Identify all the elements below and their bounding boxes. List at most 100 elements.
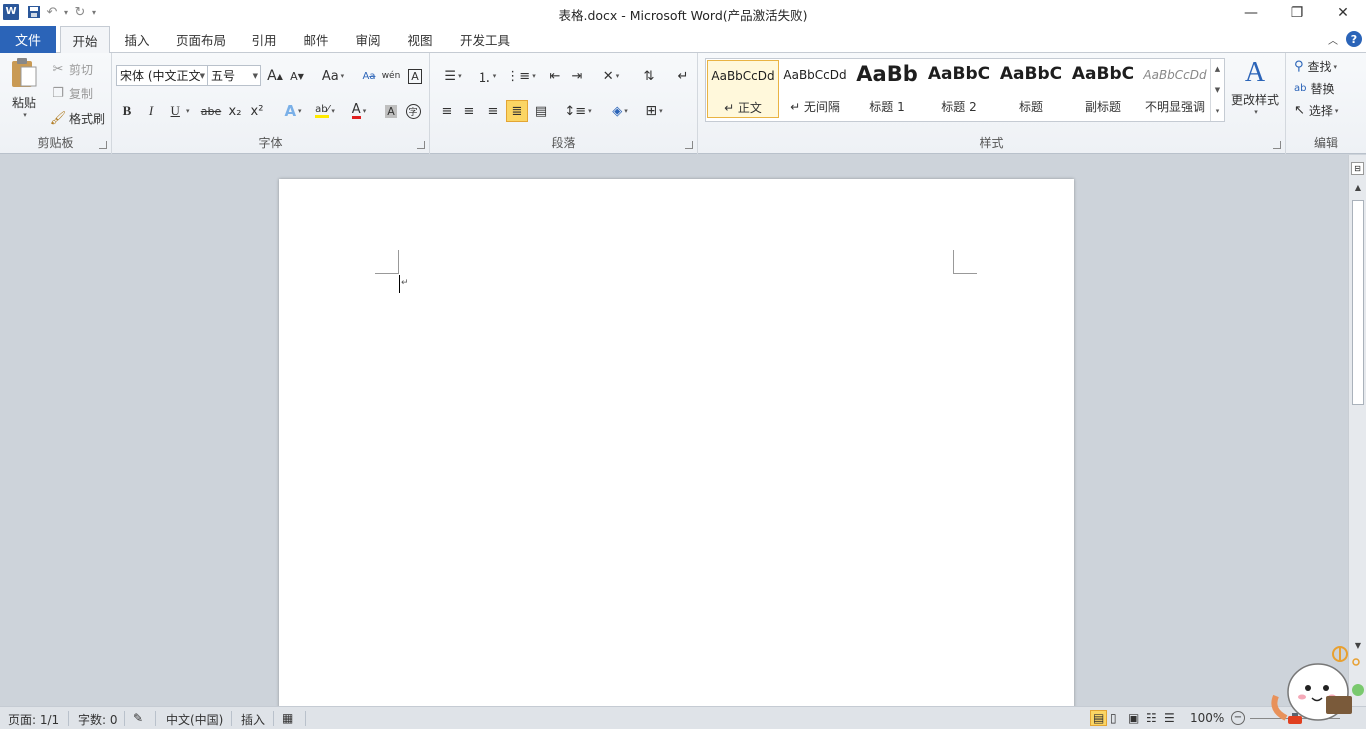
font-color-button[interactable]: A ▾ xyxy=(344,100,374,122)
font-size-dropdown-icon[interactable]: ▼ xyxy=(253,72,258,80)
tab-insert[interactable]: 插入 xyxy=(114,26,160,53)
strikethrough-button[interactable]: abe xyxy=(200,100,222,122)
collapse-ribbon-icon[interactable]: ︿ xyxy=(1328,32,1338,47)
insert-mode[interactable]: 插入 xyxy=(241,711,265,728)
word-count[interactable]: 字数: 0 xyxy=(78,711,118,728)
font-size-combo[interactable]: 五号 ▼ xyxy=(207,65,261,86)
italic-button[interactable]: I xyxy=(140,100,162,122)
tab-view[interactable]: 视图 xyxy=(398,26,442,53)
gallery-down-icon[interactable]: ▼ xyxy=(1215,86,1220,94)
page-count[interactable]: 页面: 1/1 xyxy=(8,711,59,728)
style-normal[interactable]: AaBbCcDd ↵ 正文 xyxy=(707,60,779,118)
change-case-button[interactable]: Aa ▾ xyxy=(318,65,348,87)
increase-indent-icon[interactable]: ⇥ xyxy=(566,65,588,87)
scroll-thumb[interactable] xyxy=(1352,200,1364,405)
phonetic-guide-icon[interactable]: wén xyxy=(380,65,402,87)
align-left-icon[interactable]: ≡ xyxy=(436,100,458,122)
justify-icon[interactable]: ≣ xyxy=(506,100,528,122)
copy-label: 复制 xyxy=(69,87,94,101)
tab-review[interactable]: 审阅 xyxy=(346,26,390,53)
bold-button[interactable]: B xyxy=(116,100,138,122)
status-divider xyxy=(155,711,156,726)
multilevel-list-button[interactable]: ⋮≡ ▾ xyxy=(506,65,536,87)
underline-button[interactable]: U ▾ xyxy=(164,100,196,122)
borders-button[interactable]: ⊞ ▾ xyxy=(638,100,670,122)
borders-icon: ⊞ xyxy=(645,103,658,119)
ribbon-tabs: 文件 开始 插入 页面布局 引用 邮件 审阅 视图 开发工具 ︿ ? xyxy=(0,26,1366,54)
numbering-button[interactable]: ⒈ ▾ xyxy=(472,65,502,87)
distributed-icon[interactable]: ▤ xyxy=(530,100,552,122)
close-icon[interactable]: ✕ xyxy=(1320,0,1366,26)
shrink-font-button[interactable]: A ▼ xyxy=(286,65,308,87)
scroll-up-icon[interactable]: ▲ xyxy=(1349,183,1366,192)
tab-references[interactable]: 引用 xyxy=(242,26,286,53)
style-heading-1[interactable]: AaBb 标题 1 xyxy=(851,60,923,118)
text-effects-button[interactable]: A ▾ xyxy=(278,100,308,122)
status-divider xyxy=(124,711,125,726)
chinese-layout-button[interactable]: ✕ ▾ xyxy=(596,65,626,87)
zoom-level[interactable]: 100% xyxy=(1190,711,1224,725)
style-subtle-emphasis[interactable]: AaBbCcDd 不明显强调 xyxy=(1139,60,1211,118)
style-no-spacing[interactable]: AaBbCcDd ↵ 无间隔 xyxy=(779,60,851,118)
style-subtitle[interactable]: AaBbC 副标题 xyxy=(1067,60,1139,118)
show-marks-icon[interactable]: ↵ xyxy=(672,65,694,87)
gallery-more-icon[interactable]: ▾ xyxy=(1216,107,1220,115)
replace-button[interactable]: ab 替换 xyxy=(1294,80,1335,97)
clipboard-launcher-icon[interactable] xyxy=(99,141,107,149)
text-cursor xyxy=(399,275,400,293)
font-name-dropdown-icon[interactable]: ▼ xyxy=(200,72,205,80)
paste-dropdown-icon[interactable]: ▾ xyxy=(23,111,27,119)
find-button[interactable]: ⚲ 查找 ▾ xyxy=(1294,58,1337,75)
tab-developer[interactable]: 开发工具 xyxy=(452,26,518,53)
grow-font-button[interactable]: A ▲ xyxy=(264,65,286,87)
change-styles-button[interactable]: A 更改样式 ▾ xyxy=(1228,57,1282,129)
bullets-button[interactable]: ☰ ▾ xyxy=(438,65,468,87)
character-shading-icon[interactable]: A xyxy=(380,100,402,122)
restore-icon[interactable]: ❐ xyxy=(1274,0,1320,26)
document-page[interactable]: ↵ xyxy=(279,179,1074,719)
minimize-icon[interactable]: — xyxy=(1228,0,1274,26)
style-name: ↵ 无间隔 xyxy=(790,100,840,114)
full-screen-reading-icon[interactable]: ▯ xyxy=(1110,711,1117,725)
print-layout-view-icon[interactable]: ▤ xyxy=(1090,710,1108,726)
tab-page-layout[interactable]: 页面布局 xyxy=(168,26,234,53)
vertical-scrollbar[interactable]: ⊟ ▲ ▼ xyxy=(1348,155,1366,706)
line-spacing-button[interactable]: ↕≡ ▾ xyxy=(562,100,594,122)
subscript-button[interactable]: x₂ xyxy=(224,100,246,122)
help-icon[interactable]: ? xyxy=(1346,31,1362,47)
cut-button[interactable]: ✂ 剪切 xyxy=(50,61,93,78)
highlight-button[interactable]: ab⁄ ▾ xyxy=(310,100,340,122)
zoom-out-icon[interactable]: − xyxy=(1231,711,1245,725)
decrease-indent-icon[interactable]: ⇤ xyxy=(544,65,566,87)
superscript-button[interactable]: x² xyxy=(246,100,268,122)
macro-record-icon[interactable]: ▦ xyxy=(282,711,293,725)
copy-icon: ❐ xyxy=(52,86,64,101)
clear-formatting-icon[interactable]: Aa̶ xyxy=(358,65,380,87)
font-launcher-icon[interactable] xyxy=(417,141,425,149)
character-border-icon[interactable]: A xyxy=(404,65,426,87)
select-button[interactable]: ↖ 选择 ▾ xyxy=(1294,102,1338,119)
web-layout-icon[interactable]: ▣ xyxy=(1128,711,1139,725)
font-name-combo[interactable]: 宋体 (中文正文 ▼ xyxy=(116,65,208,86)
enclose-characters-icon[interactable]: 字 xyxy=(402,100,424,122)
styles-launcher-icon[interactable] xyxy=(1273,141,1281,149)
align-center-icon[interactable]: ≡ xyxy=(458,100,480,122)
draft-view-icon[interactable]: ☰ xyxy=(1164,711,1175,725)
language-indicator[interactable]: 中文(中国) xyxy=(166,711,223,728)
paste-button[interactable]: 粘贴 ▾ xyxy=(6,57,42,127)
shading-button[interactable]: ◈ ▾ xyxy=(604,100,636,122)
tab-file[interactable]: 文件 xyxy=(0,26,56,53)
style-heading-2[interactable]: AaBbC 标题 2 xyxy=(923,60,995,118)
tab-home[interactable]: 开始 xyxy=(60,26,110,54)
style-title[interactable]: AaBbC 标题 xyxy=(995,60,1067,118)
proofing-icon[interactable]: ✎ xyxy=(133,711,143,725)
copy-button[interactable]: ❐ 复制 xyxy=(50,85,93,102)
sort-icon[interactable]: ⇅ xyxy=(638,65,660,87)
gallery-up-icon[interactable]: ▲ xyxy=(1215,65,1220,73)
outline-view-icon[interactable]: ☷ xyxy=(1146,711,1157,725)
view-ruler-icon[interactable]: ⊟ xyxy=(1351,162,1364,175)
paragraph-launcher-icon[interactable] xyxy=(685,141,693,149)
tab-mailings[interactable]: 邮件 xyxy=(294,26,338,53)
format-painter-button[interactable]: 🖌 格式刷 xyxy=(50,110,105,127)
align-right-icon[interactable]: ≡ xyxy=(482,100,504,122)
